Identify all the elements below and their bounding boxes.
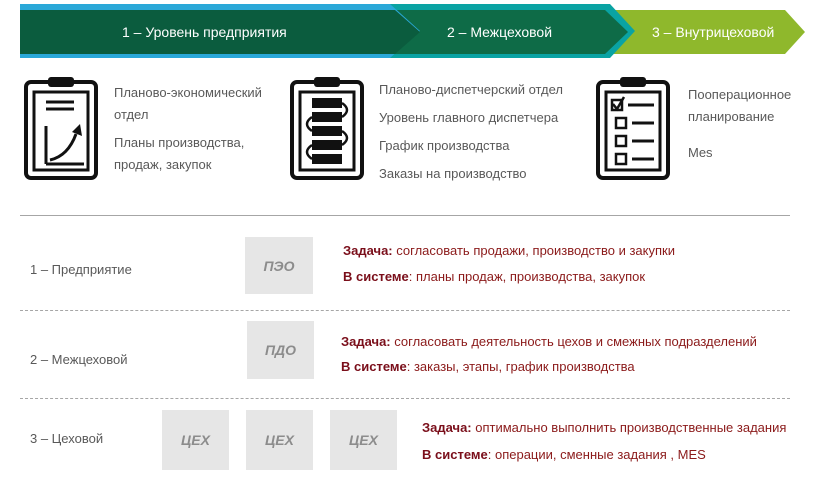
row-1-task-label: Задача: <box>343 243 393 258</box>
row-3-task-label: Задача: <box>422 420 472 435</box>
level-3-line: Mes <box>688 145 713 160</box>
row-2-task: Задача: согласовать деятельность цехов и… <box>341 334 757 349</box>
row-1-system-text: : планы продаж, производства, закупок <box>408 269 646 284</box>
level-3-line: Пооперационное <box>688 87 792 102</box>
level-2-line: График производства <box>379 138 510 153</box>
row-3-box-workshop-1: ЦЕХ <box>162 410 229 470</box>
level-2-line: Заказы на производство <box>379 166 527 181</box>
arrow-1-label: 1 – Уровень предприятия <box>122 24 287 40</box>
row-2-task-text: согласовать деятельность цехов и смежных… <box>390 334 757 349</box>
row-1-task: Задача: согласовать продажи, производств… <box>343 243 675 258</box>
level-1-line: Планы производства, <box>114 135 245 150</box>
level-1-line: отдел <box>114 107 149 122</box>
level-1-line: продаж, закупок <box>114 157 212 172</box>
row-divider <box>20 310 790 311</box>
section-divider <box>20 215 790 216</box>
level-1-line: Планово-экономический <box>114 85 262 100</box>
row-2-task-label: Задача: <box>341 334 391 349</box>
row-1-label: 1 – Предприятие <box>30 262 132 277</box>
arrow-3-label: 3 – Внутрицеховой <box>652 24 775 40</box>
level-2-line: Планово-диспетчерский отдел <box>379 82 564 97</box>
row-3-system: В системе: операции, сменные задания , M… <box>422 447 706 462</box>
row-3-task-text: оптимально выполнить производственные за… <box>471 420 787 435</box>
row-3-box-workshop-3: ЦЕХ <box>330 410 397 470</box>
arrow-2-label: 2 – Межцеховой <box>447 24 553 40</box>
row-2-system-text: : заказы, этапы, график производства <box>406 359 635 374</box>
row-2-system: В системе: заказы, этапы, график произво… <box>341 359 635 374</box>
clipboard-chart-icon <box>24 77 98 180</box>
level-2-line: Уровень главного диспетчера <box>379 110 559 125</box>
row-1-task-text: согласовать продажи, производство и заку… <box>392 243 675 258</box>
row-1-system-label: В системе <box>343 269 409 284</box>
clipboard-flow-icon <box>290 77 364 180</box>
row-2-label: 2 – Межцеховой <box>30 352 128 367</box>
row-3-system-label: В системе <box>422 447 488 462</box>
row-2-system-label: В системе <box>341 359 407 374</box>
level-1-description: Планово-экономический отдел Планы произв… <box>114 82 262 176</box>
level-3-description: Пооперационное планирование Mes <box>688 84 791 164</box>
level-3-line: планирование <box>688 109 775 124</box>
row-3-task: Задача: оптимально выполнить производств… <box>422 420 786 435</box>
row-divider <box>20 398 790 399</box>
level-2-description: Планово-диспетчерский отдел Уровень глав… <box>379 76 563 188</box>
row-3-label: 3 – Цеховой <box>30 431 104 446</box>
row-1-box-peo: ПЭО <box>245 237 313 294</box>
row-2-box-pdo: ПДО <box>247 321 314 379</box>
clipboard-checklist-icon <box>596 77 670 180</box>
row-3-system-text: : операции, сменные задания , MES <box>487 447 706 462</box>
row-3-box-workshop-2: ЦЕХ <box>246 410 313 470</box>
row-1-system: В системе: планы продаж, производства, з… <box>343 269 645 284</box>
